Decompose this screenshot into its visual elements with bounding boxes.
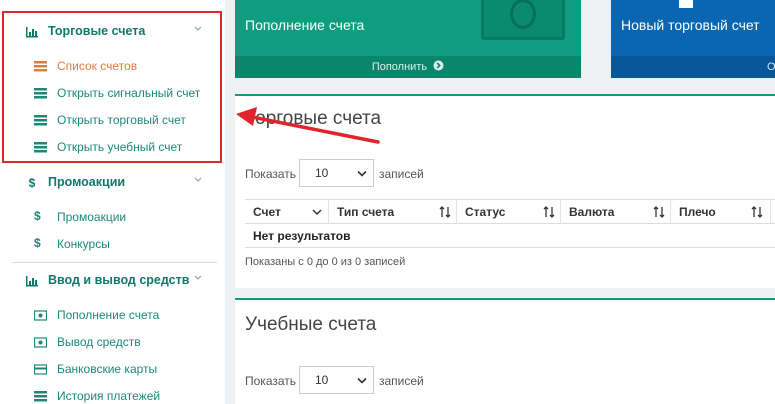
deposit-action-label: Пополнить	[371, 61, 428, 73]
sort-icon	[543, 206, 555, 218]
sidebar-item-label: История платежей	[57, 389, 161, 403]
deposit-card-footer[interactable]: Пополнить	[235, 56, 581, 78]
credit-card-icon	[34, 364, 47, 375]
deposit-card[interactable]: Пополнение счета Пополнить	[235, 0, 581, 78]
show-label: Показать	[245, 374, 297, 388]
trading-accounts-panel: Торговые счета Показать 10 записей Счет …	[235, 94, 775, 288]
sidebar-item-withdrawal[interactable]: Вывод средств	[0, 331, 225, 355]
deposit-card-title: Пополнение счета	[245, 17, 365, 33]
column-account-type[interactable]: Тип счета	[329, 200, 457, 224]
column-account[interactable]: Счет	[245, 200, 329, 224]
training-accounts-panel: Учебные счета Показать 10 записей	[235, 298, 775, 404]
dollar-icon: $	[34, 209, 41, 223]
dollar-icon: $	[34, 236, 41, 250]
chevron-down-icon	[194, 275, 202, 280]
sidebar-group-label: Промоакции	[48, 175, 126, 189]
sidebar-item-label: Промоакции	[57, 210, 127, 224]
sidebar-item-label: Банковские карты	[57, 362, 158, 376]
money-icon	[34, 337, 47, 348]
banknote-icon	[481, 0, 565, 40]
chevron-down-icon	[312, 209, 322, 216]
new-account-card[interactable]: Новый торговый счет Откр	[611, 0, 775, 78]
sidebar-item-deposit[interactable]: Пополнение счета	[0, 304, 225, 328]
sidebar-group-deposit-withdrawal[interactable]: Ввод и вывод средств	[0, 268, 225, 294]
chevron-down-icon	[194, 177, 202, 182]
column-leverage[interactable]: Плечо	[671, 200, 771, 224]
new-account-card-title: Новый торговый счет	[621, 17, 760, 33]
table-info: Показаны с 0 до 0 из 0 записей	[245, 256, 406, 268]
sidebar-item-payment-history[interactable]: История платежей	[0, 385, 225, 404]
no-results-text: Нет результатов	[253, 229, 351, 243]
new-account-action-label: Откр	[767, 61, 775, 73]
money-icon	[34, 310, 47, 321]
sort-icon	[439, 206, 451, 218]
chevron-down-icon	[357, 170, 367, 177]
page-size-value: 10	[315, 166, 329, 180]
records-label: записей	[379, 374, 424, 388]
table-row: Нет результатов	[245, 224, 775, 248]
page-title: Торговые счета	[245, 108, 382, 129]
section-title: Учебные счета	[245, 314, 377, 335]
sort-icon	[751, 206, 763, 218]
records-label: записей	[379, 167, 424, 181]
sidebar-item-bank-cards[interactable]: Банковские карты	[0, 358, 225, 382]
column-status[interactable]: Статус	[457, 200, 561, 224]
list-icon	[34, 391, 47, 402]
page-size-value: 10	[315, 373, 329, 387]
highlight-box	[2, 11, 222, 163]
arrow-right-circle-icon	[433, 60, 444, 71]
chevron-down-icon	[357, 377, 367, 384]
sidebar: Торговые счета Список счетов Открыть сиг…	[0, 0, 225, 404]
sidebar-item-label: Вывод средств	[57, 335, 141, 349]
dollar-icon: $	[28, 176, 36, 190]
show-label: Показать	[245, 167, 297, 181]
card-decoration	[679, 0, 693, 8]
column-currency[interactable]: Валюта	[561, 200, 671, 224]
page-size-select[interactable]: 10	[299, 159, 374, 187]
new-account-card-footer[interactable]: Откр	[611, 56, 775, 78]
sidebar-group-promotions[interactable]: $ Промоакции	[0, 170, 225, 196]
table-header: Счет Тип счета Статус Валюта Плечо	[245, 199, 775, 224]
sidebar-item-label: Конкурсы	[57, 237, 110, 251]
sidebar-item-label: Пополнение счета	[57, 308, 160, 322]
bar-chart-icon	[26, 276, 38, 287]
sidebar-item-contests[interactable]: $ Конкурсы	[0, 233, 225, 257]
sidebar-item-promotions[interactable]: $ Промоакции	[0, 206, 225, 230]
sidebar-divider	[12, 262, 217, 263]
sidebar-group-label: Ввод и вывод средств	[48, 273, 190, 287]
sort-icon	[653, 206, 665, 218]
page-size-select[interactable]: 10	[299, 366, 374, 394]
